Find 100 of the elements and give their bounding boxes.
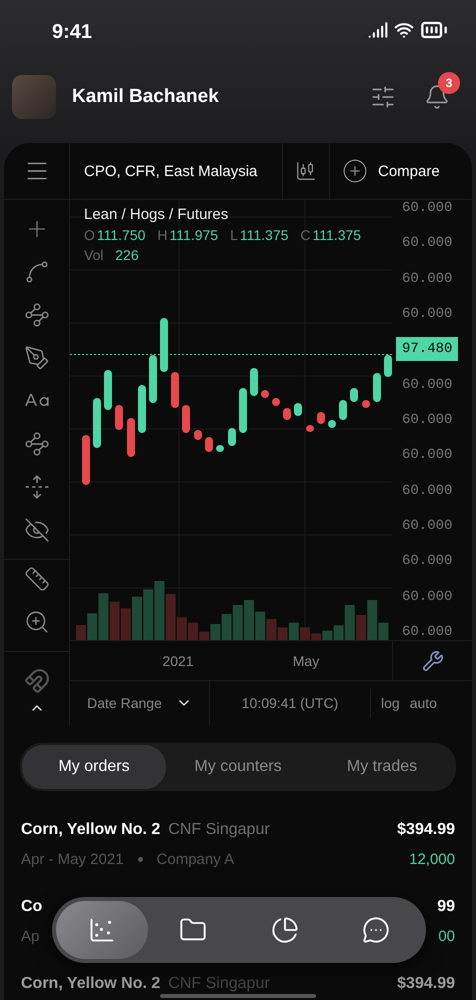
filter-sliders-icon[interactable] [370, 84, 396, 110]
candle [306, 425, 314, 432]
candle [272, 398, 280, 406]
candle [115, 405, 123, 430]
candle [93, 398, 101, 448]
separator-dot [138, 857, 143, 862]
price-tick: 60.000 [401, 518, 452, 534]
candlestick-icon [295, 160, 317, 182]
chart-title: Lean / Hogs / Futures [84, 206, 230, 223]
volume-bar [132, 596, 142, 640]
scale-option[interactable]: auto [400, 695, 437, 711]
brush-icon[interactable] [24, 345, 50, 371]
candle [182, 405, 190, 433]
candle [160, 318, 168, 372]
candle [228, 428, 236, 446]
volume-bar [120, 608, 131, 640]
user-name: Kamil Bachanek [72, 86, 220, 108]
wifi-icon [394, 20, 414, 40]
ohlc-value: L 111.375 [230, 227, 288, 243]
candle [171, 372, 179, 408]
compare-button[interactable]: Compare [330, 158, 440, 184]
commodity-name[interactable]: Corn, Yellow No. 2 [21, 821, 160, 839]
candle [205, 437, 213, 452]
magnet-icon[interactable] [24, 668, 50, 694]
company-name: Company A [156, 851, 234, 868]
volume-bar [143, 589, 154, 640]
current-price-tag: 97.480 [396, 337, 458, 362]
volume-bar [244, 600, 254, 640]
candle [216, 445, 224, 452]
chat-bubble-icon [362, 916, 390, 944]
clock-time: 10:09:41 (UTC) [210, 688, 371, 718]
pie-chart-icon [270, 916, 299, 944]
tab[interactable]: My orders [22, 745, 166, 789]
candle [239, 388, 247, 433]
candle [384, 355, 392, 377]
ruler-icon[interactable] [24, 566, 50, 592]
fork-tool-icon[interactable] [24, 302, 50, 328]
pattern-tool-icon[interactable] [24, 431, 50, 457]
signal-icon [368, 20, 388, 40]
instrument-name[interactable]: CPO, CFR, East Malaysia [70, 162, 282, 180]
candle-type-button[interactable] [282, 143, 330, 199]
market-name: CNF Singapur [168, 975, 270, 993]
hide-icon[interactable] [24, 517, 50, 543]
volume-value: Vol 226 [84, 247, 139, 263]
price-tick: 60.000 [401, 200, 452, 216]
price-tick: 60.000 [401, 235, 452, 252]
candle [328, 420, 336, 428]
volume-bar [255, 612, 266, 640]
status-time: 9:41 [52, 21, 92, 44]
price-tick: 60.000 [401, 376, 452, 393]
price-tick: 60.000 [401, 482, 452, 499]
scale-option[interactable]: log [371, 695, 400, 711]
order-price: 99 [437, 898, 455, 916]
volume-bar [110, 602, 120, 640]
volume-bar [232, 605, 243, 640]
order-price: $394.99 [397, 821, 455, 839]
commodity-name[interactable]: Co [21, 898, 42, 916]
line-tool-icon[interactable] [24, 259, 50, 285]
price-tick: 60.000 [401, 270, 452, 287]
tab[interactable]: My counters [166, 745, 310, 789]
candle [362, 400, 370, 408]
candle [194, 430, 202, 440]
market-name: CNF Singapur [168, 821, 270, 839]
candle [149, 355, 157, 403]
tab[interactable]: My trades [310, 745, 454, 789]
candle [261, 390, 269, 398]
volume-bar [288, 622, 299, 640]
order-price: $394.99 [397, 975, 455, 993]
candle [250, 368, 258, 396]
candle [283, 408, 291, 420]
commodity-name[interactable]: Corn, Yellow No. 2 [21, 975, 160, 993]
tools-icon[interactable] [422, 650, 444, 672]
date-range-dropdown[interactable]: Date Range [70, 681, 210, 725]
order-quantity: 12,000 [409, 851, 455, 868]
time-label: 2021 [161, 652, 195, 668]
candle [350, 388, 358, 402]
price-tick: 60.000 [401, 624, 452, 640]
candle [373, 373, 381, 402]
ohlc-value: H 111.975 [157, 227, 218, 243]
scatter-chart-icon [88, 916, 116, 944]
order-quantity: 00 [438, 928, 455, 945]
plus-circle-icon [342, 158, 368, 184]
ohlc-value: O 111.750 [84, 227, 146, 243]
notification-badge: 3 [438, 72, 460, 94]
price-tick: 60.000 [401, 553, 452, 570]
price-tick: 60.000 [401, 588, 452, 605]
candle [127, 418, 135, 457]
price-tick: 60.000 [401, 306, 452, 322]
candle [339, 400, 347, 420]
zoom-in-icon[interactable] [24, 609, 50, 635]
order-period: Ap [21, 928, 40, 945]
candle [317, 412, 325, 424]
nav-button[interactable] [56, 901, 148, 959]
candle [294, 403, 302, 416]
price-tick: 60.000 [401, 447, 452, 464]
measure-icon[interactable] [24, 474, 50, 500]
ohlc-value: C 111.375 [300, 227, 362, 243]
price-tick: 60.000 [401, 412, 452, 428]
candle [104, 370, 112, 410]
candle [138, 385, 146, 433]
